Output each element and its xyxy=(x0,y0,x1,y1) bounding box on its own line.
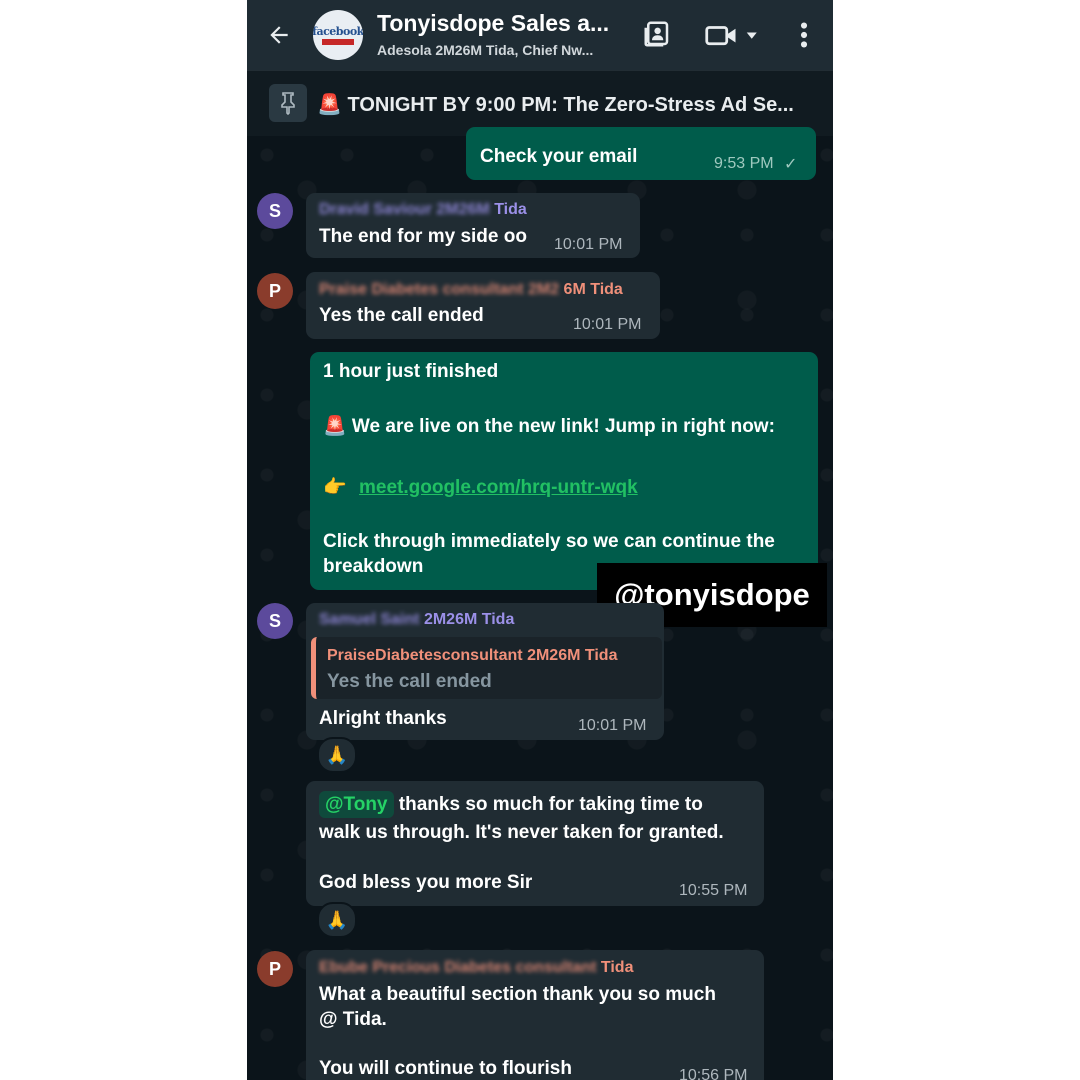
message-text: @Tony thanks so much for taking time to xyxy=(319,791,703,818)
message-bubble-incoming[interactable]: Ebube Precious Diabetes consultant Tida … xyxy=(306,950,764,1080)
quoted-message[interactable]: PraiseDiabetesconsultant 2M26M Tida Yes … xyxy=(311,637,662,699)
message-text: What a beautiful section thank you so mu… xyxy=(319,984,716,1005)
video-call-icon[interactable] xyxy=(703,18,763,52)
sender-name-suffix: Tida xyxy=(600,959,634,976)
avatar-logo-bar xyxy=(322,38,354,45)
message-text: Alright thanks xyxy=(319,708,447,729)
sender-name[interactable]: Ebube Precious Diabetes consultant Tida xyxy=(319,959,633,977)
sender-name-suffix: Tida xyxy=(494,201,527,218)
sender-name-blurred: Samuel Saint xyxy=(319,611,420,628)
sender-avatar[interactable]: P xyxy=(257,273,293,309)
sender-name-suffix: 2M26M Tida xyxy=(423,611,515,628)
message-time: 10:01 PM xyxy=(573,316,642,333)
group-members[interactable]: Adesola 2M26M Tida, Chief Nw... xyxy=(377,42,627,58)
sender-name[interactable]: Samuel Saint 2M26M Tida xyxy=(319,611,514,629)
group-title[interactable]: Tonyisdope Sales a... xyxy=(377,10,617,37)
back-arrow-icon[interactable] xyxy=(261,17,297,53)
quoted-text: Yes the call ended xyxy=(327,671,492,692)
pointing-hand-icon: 👉 xyxy=(323,477,347,498)
sender-name-blurred: Ebube Precious Diabetes consultant xyxy=(319,959,597,976)
quoted-sender: PraiseDiabetesconsultant 2M26M Tida xyxy=(327,647,618,664)
message-text: Click through immediately so we can cont… xyxy=(323,531,775,552)
more-options-icon[interactable] xyxy=(789,18,819,52)
sender-avatar[interactable]: P xyxy=(257,951,293,987)
sender-avatar[interactable]: S xyxy=(257,193,293,229)
message-text-part: thanks so much for taking time to xyxy=(393,794,703,815)
contacts-icon[interactable] xyxy=(639,16,675,52)
message-bubble-outgoing[interactable]: 1 hour just finished 🚨 We are live on th… xyxy=(310,352,818,590)
avatar-logo-text: facebook xyxy=(313,24,363,38)
chat-header: facebook Tonyisdope Sales a... Adesola 2… xyxy=(247,0,833,70)
sender-avatar[interactable]: S xyxy=(257,603,293,639)
message-text: The end for my side oo xyxy=(319,226,527,247)
reaction-emoji[interactable]: 🙏 xyxy=(317,902,357,938)
message-bubble-incoming[interactable]: Praise Diabetes consultant 2M2 6M Tida Y… xyxy=(306,272,660,339)
message-bubble-incoming[interactable]: Samuel Saint 2M26M Tida PraiseDiabetesco… xyxy=(306,603,664,740)
pinned-message-text: 🚨 TONIGHT BY 9:00 PM: The Zero-Stress Ad… xyxy=(317,94,794,116)
message-text: Check your email xyxy=(480,146,638,167)
message-text: @ Tida. xyxy=(319,1009,387,1030)
sender-name-blurred: Dravid Saviour 2M26M xyxy=(319,201,490,218)
sender-name[interactable]: Praise Diabetes consultant 2M2 6M Tida xyxy=(319,281,623,299)
chat-screen: facebook Tonyisdope Sales a... Adesola 2… xyxy=(247,0,833,1080)
message-text: You will continue to flourish xyxy=(319,1058,572,1079)
sender-name[interactable]: Dravid Saviour 2M26M Tida xyxy=(319,201,527,219)
sender-name-suffix: 6M Tida xyxy=(563,281,623,298)
group-avatar[interactable]: facebook xyxy=(313,10,363,60)
read-check-icon: ✓ xyxy=(784,156,798,173)
message-text: 1 hour just finished xyxy=(323,361,499,382)
message-time: 10:56 PM xyxy=(679,1067,748,1080)
sender-name-blurred: Praise Diabetes consultant 2M2 xyxy=(319,281,560,298)
message-text: Yes the call ended xyxy=(319,305,484,326)
message-time: 10:55 PM xyxy=(679,882,748,899)
message-bubble-incoming[interactable]: Dravid Saviour 2M26M Tida The end for my… xyxy=(306,193,640,258)
reaction-emoji[interactable]: 🙏 xyxy=(317,737,357,773)
mention-tag[interactable]: @Tony xyxy=(319,791,394,818)
message-text: breakdown xyxy=(323,556,424,577)
meet-link[interactable]: meet.google.com/hrq-untr-wqk xyxy=(359,475,638,500)
message-text: walk us through. It's never taken for gr… xyxy=(319,822,724,843)
message-text: God bless you more Sir xyxy=(319,872,533,893)
pin-icon xyxy=(269,84,307,122)
message-time: 9:53 PM xyxy=(714,155,774,172)
message-bubble-outgoing[interactable]: Check your email 9:53 PM ✓ xyxy=(466,127,816,180)
message-text: 🚨 We are live on the new link! Jump in r… xyxy=(323,416,775,437)
message-time: 10:01 PM xyxy=(578,717,647,734)
message-time: 10:01 PM xyxy=(554,236,623,253)
message-bubble-incoming[interactable]: @Tony thanks so much for taking time to … xyxy=(306,781,764,906)
